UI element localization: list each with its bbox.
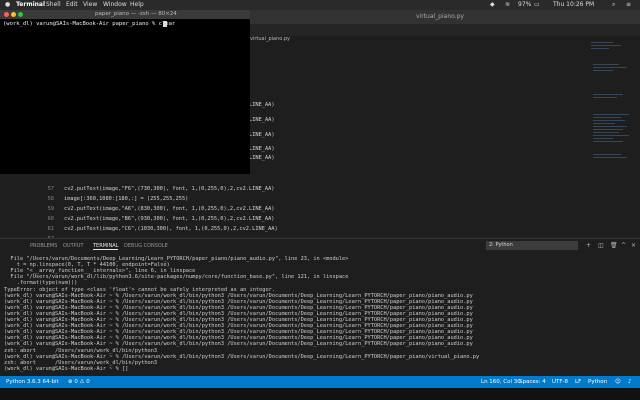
terminal-line: TypeError: object of type <class 'float'… xyxy=(4,286,276,293)
vscode-window-title: virtual_piano.py xyxy=(416,13,464,20)
terminal-line: (work_dl) varun@SAIs-MacBook-Air ~ % /Us… xyxy=(4,323,473,330)
code-line: LINE_AA) xyxy=(249,102,275,108)
menu-window[interactable]: Window xyxy=(103,0,127,10)
terminal-window[interactable] xyxy=(0,10,250,174)
cursor-position[interactable]: Ln 160, Col 30 xyxy=(481,376,521,388)
tab-terminal[interactable]: TERMINAL xyxy=(93,243,119,250)
status-bar: Python 3.6.3 64-bit ⊗ 0 ⚠ 0 Ln 160, Col … xyxy=(0,376,640,388)
terminal-line: (work_dl) varun@SAIs-MacBook-Air ~ % /Us… xyxy=(4,317,473,323)
close-icon[interactable] xyxy=(4,12,9,17)
menu-list-icon[interactable]: ≡ xyxy=(626,0,631,10)
indentation[interactable]: Spaces: 4 xyxy=(519,376,546,388)
terminal-line: (work_dl) varun@SAIs-MacBook-Air ~ % /Us… xyxy=(4,335,473,342)
battery-percent[interactable]: 97% xyxy=(518,0,531,10)
chevron-up-icon[interactable]: ^ xyxy=(621,242,626,249)
line-number: 58 xyxy=(47,196,54,202)
menu-edit[interactable]: Edit xyxy=(66,0,78,10)
terminal-line: zsh: abort /Users/varun/work_dl/bin/pyth… xyxy=(4,347,158,354)
terminal-line: (work_dl) varun@SAIs-MacBook-Air ~ % [] xyxy=(4,365,129,372)
terminal-line: File "<__array_function__ internals>", l… xyxy=(4,268,196,275)
clock[interactable]: Thu 10:26 PM xyxy=(553,0,594,10)
trash-icon[interactable]: 🗑 xyxy=(610,242,618,249)
terminal-line: t = np.linspace(0, T, T * 44100, endpoin… xyxy=(4,262,170,269)
python-interpreter[interactable]: Python 3.6.3 64-bit xyxy=(6,376,59,388)
split-terminal-icon[interactable]: ◫ xyxy=(598,242,604,249)
code-line: image[:360,1080:[180,:] = (255,255,255) xyxy=(64,196,189,202)
wifi-icon[interactable]: ≋ xyxy=(505,0,510,10)
terminal-line: (work_dl) varun@SAIs-MacBook-Air ~ % /Us… xyxy=(4,298,473,305)
tab-output[interactable]: OUTPUT xyxy=(63,243,83,249)
terminal-select-value: 2: Python xyxy=(489,242,513,248)
terminal-line: (work_dl) varun@SAIs-MacBook-Air ~ % /Us… xyxy=(4,304,473,311)
line-ending[interactable]: LF xyxy=(575,376,581,388)
terminal-line: zsh: abort /Users/varun/work_dl/bin/pyth… xyxy=(4,359,158,366)
terminal-line: (work_dl) varun@SAIs-MacBook-Air ~ % /Us… xyxy=(4,341,473,348)
line-number: 57 xyxy=(47,186,54,192)
close-panel-icon[interactable]: × xyxy=(631,242,636,249)
vscode-tab-bar xyxy=(240,24,640,36)
vscode-title-bar: virtual_piano.py xyxy=(240,10,640,24)
code-line: cv2.putText(image,"C6",(1030,300), font,… xyxy=(64,226,278,232)
line-number: 60 xyxy=(47,216,54,222)
dropbox-icon[interactable]: ◆ xyxy=(490,0,495,10)
terminal-line: (work_dl) varun@SAIs-MacBook-Air ~ % /Us… xyxy=(4,310,473,317)
feedback-icon[interactable]: ☺ xyxy=(615,376,621,388)
menu-view[interactable]: View xyxy=(83,0,97,10)
tab-debug-console[interactable]: DEBUG CONSOLE xyxy=(124,243,168,249)
battery-icon[interactable]: ▭ xyxy=(534,0,540,10)
code-line: cv2.putText(image,"A6",(830,300), font, … xyxy=(64,206,275,212)
encoding[interactable]: UTF-8 xyxy=(552,376,568,388)
problems-count[interactable]: ⊗ 0 ⚠ 0 xyxy=(68,376,90,388)
code-line: LINE_AA) xyxy=(249,132,275,138)
add-terminal-icon[interactable]: + xyxy=(586,242,591,249)
tab-virtual-piano[interactable]: virtual_piano.py xyxy=(250,36,290,42)
language-mode[interactable]: Python xyxy=(588,376,607,388)
line-number: 59 xyxy=(47,206,54,212)
terminal-command: (work_dl) varun@SAIs-MacBook-Air paper_p… xyxy=(3,21,176,27)
dock xyxy=(0,388,640,400)
menu-app[interactable]: Terminal xyxy=(16,0,45,10)
code-line: cv2.putText(image,"F6",(730,300), font, … xyxy=(64,186,275,192)
search-icon[interactable]: ⌕ xyxy=(612,0,615,10)
bell-icon[interactable]: ♪ xyxy=(628,376,632,388)
terminal-line: (work_dl) varun@SAIs-MacBook-Air ~ % /Us… xyxy=(4,353,480,360)
macos-menubar: ● Terminal Shell Edit View Window Help ◆… xyxy=(0,0,640,10)
terminal-title: paper_piano — -zsh — 80×24 xyxy=(95,11,177,17)
apple-icon[interactable]: ● xyxy=(5,0,10,10)
code-line: cv2.putText(image,"B6",(930,300), font, … xyxy=(64,216,275,222)
minimize-icon[interactable] xyxy=(11,12,16,17)
tab-problems[interactable]: PROBLEMS xyxy=(30,243,57,249)
menu-help[interactable]: Help xyxy=(130,0,144,10)
zoom-icon[interactable] xyxy=(18,12,23,17)
terminal-line: (work_dl) varun@SAIs-MacBook-Air ~ % /Us… xyxy=(4,329,473,336)
terminal-select[interactable]: 2: Python xyxy=(486,241,578,250)
code-line: LINE_AA) xyxy=(249,146,275,152)
terminal-line: .format(type(num))) xyxy=(4,280,78,287)
terminal-line: File "/Users/varun/work_dl/lib/python3.6… xyxy=(4,274,349,281)
code-line: LINE_AA) xyxy=(249,117,275,123)
line-number: 61 xyxy=(47,226,54,232)
code-line: LINE_AA) xyxy=(249,155,275,161)
terminal-line: File "/Users/varun/Documents/Deep_Learni… xyxy=(4,256,349,262)
menu-shell[interactable]: Shell xyxy=(46,0,61,10)
terminal-cursor xyxy=(163,21,167,27)
minimap[interactable] xyxy=(583,24,640,238)
terminal-line: (work_dl) varun@SAIs-MacBook-Air ~ % /Us… xyxy=(4,292,473,299)
